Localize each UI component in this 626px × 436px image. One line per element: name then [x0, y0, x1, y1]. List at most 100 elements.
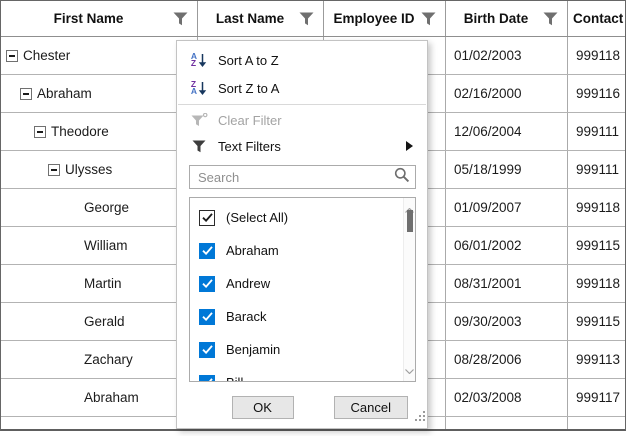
filter-popup: AZ Sort A to Z ZA Sort Z to A Clear Filt…: [176, 40, 428, 429]
menu-item-sort-a-to-z[interactable]: AZ Sort A to Z: [177, 46, 427, 74]
first-name-cell[interactable]: Martin: [1, 265, 198, 302]
contact-cell[interactable]: 999113: [568, 341, 625, 378]
checkbox-label[interactable]: Andrew: [226, 276, 270, 291]
first-name-cell[interactable]: Abraham: [1, 75, 198, 112]
checkbox[interactable]: [199, 342, 215, 358]
column-label: First Name: [6, 11, 171, 26]
menu-item-text-filters[interactable]: Text Filters: [177, 133, 427, 159]
first-name-text: Chester: [23, 48, 70, 63]
filter-list-item[interactable]: Andrew: [190, 267, 415, 300]
contact-cell[interactable]: 999117: [568, 379, 625, 416]
checkbox-label[interactable]: Benjamin: [226, 342, 280, 357]
filter-icon[interactable]: [421, 12, 436, 26]
checkbox-label[interactable]: Abraham: [226, 243, 279, 258]
contact-cell[interactable]: 999115: [568, 303, 625, 340]
first-name-text: Abraham: [37, 86, 92, 101]
menu-item-label: Text Filters: [218, 139, 281, 154]
checkbox[interactable]: [199, 243, 215, 259]
menu-item-label: Sort A to Z: [218, 53, 279, 68]
submenu-arrow-icon: [406, 141, 413, 151]
search-input[interactable]: [190, 170, 394, 185]
birth-date-cell[interactable]: 05/18/1999: [446, 151, 568, 188]
filter-list-item[interactable]: Abraham: [190, 234, 415, 267]
birth-date-cell[interactable]: 12/06/2004: [446, 113, 568, 150]
menu-item-label: Sort Z to A: [218, 81, 279, 96]
birth-date-cell[interactable]: 01/02/2003: [446, 37, 568, 74]
first-name-cell[interactable]: Gerald: [1, 303, 198, 340]
first-name-text: George: [84, 200, 129, 215]
contact-cell[interactable]: 999111: [568, 151, 625, 188]
birth-date-cell[interactable]: 08/28/2006: [446, 341, 568, 378]
search-icon: [394, 167, 410, 188]
contact-cell[interactable]: 999118: [568, 189, 625, 226]
checkbox[interactable]: [199, 210, 215, 226]
filter-value-list: (Select All) Abraham Andrew Barack Benja…: [189, 197, 416, 382]
tree-indent: [1, 169, 48, 170]
column-label: Employee ID: [329, 11, 419, 26]
search-box: [189, 165, 416, 189]
collapse-icon[interactable]: [20, 88, 32, 100]
collapse-icon[interactable]: [48, 164, 60, 176]
list-scrollbar[interactable]: [403, 198, 415, 381]
birth-date-cell[interactable]: 08/31/2001: [446, 265, 568, 302]
filter-icon[interactable]: [299, 12, 314, 26]
first-name-text: Ulysses: [65, 162, 112, 177]
first-name-text: Theodore: [51, 124, 109, 139]
menu-item-clear-filter[interactable]: Clear Filter: [177, 107, 427, 133]
first-name-cell[interactable]: Chester: [1, 37, 198, 74]
cancel-button[interactable]: Cancel: [334, 396, 408, 419]
treegrid-screen: First Name Last Name Employee ID Birth D…: [0, 0, 626, 436]
menu-item-label: Clear Filter: [218, 113, 282, 128]
resize-grip[interactable]: [415, 408, 425, 426]
birth-date-cell[interactable]: 06/01/2002: [446, 227, 568, 264]
menu-item-sort-z-to-a[interactable]: ZA Sort Z to A: [177, 74, 427, 102]
birth-date-cell[interactable]: 02/03/2008: [446, 379, 568, 416]
tree-indent: [1, 359, 79, 360]
tree-indent: [1, 207, 79, 208]
birth-date-cell[interactable]: 02/16/2000: [446, 75, 568, 112]
birth-date-cell[interactable]: 01/09/2007: [446, 189, 568, 226]
column-header[interactable]: Last Name: [198, 1, 324, 36]
grid-header: First Name Last Name Employee ID Birth D…: [1, 1, 625, 37]
first-name-cell[interactable]: Abraham: [1, 379, 198, 416]
scroll-down-icon[interactable]: [405, 361, 414, 379]
contact-cell[interactable]: 999118: [568, 265, 625, 302]
collapse-icon[interactable]: [6, 50, 18, 62]
filter-list-item[interactable]: (Select All): [190, 201, 415, 234]
tree-indent: [1, 131, 34, 132]
checkbox-label[interactable]: Barack: [226, 309, 266, 324]
contact-cell[interactable]: 999118: [568, 37, 625, 74]
checkbox[interactable]: [199, 309, 215, 325]
scrollbar-thumb[interactable]: [407, 210, 413, 232]
popup-button-row: OK Cancel: [177, 396, 408, 419]
first-name-cell[interactable]: Theodore: [1, 113, 198, 150]
sort-a-to-z-icon: AZ: [187, 53, 211, 68]
contact-cell[interactable]: 999111: [568, 113, 625, 150]
tree-indent: [1, 397, 79, 398]
column-header[interactable]: First Name: [1, 1, 198, 36]
filter-icon[interactable]: [543, 12, 558, 26]
filter-list-item[interactable]: Bill: [190, 366, 415, 382]
column-header[interactable]: Contact: [568, 1, 625, 36]
filter-icon[interactable]: [173, 12, 188, 26]
column-label: Birth Date: [451, 11, 541, 26]
column-header[interactable]: Birth Date: [446, 1, 568, 36]
filter-list-item[interactable]: Barack: [190, 300, 415, 333]
first-name-text: Gerald: [84, 314, 125, 329]
first-name-cell[interactable]: Ulysses: [1, 151, 198, 188]
column-header[interactable]: Employee ID: [324, 1, 446, 36]
checkbox[interactable]: [199, 276, 215, 292]
first-name-cell[interactable]: William: [1, 227, 198, 264]
filter-list-item[interactable]: Benjamin: [190, 333, 415, 366]
birth-date-cell[interactable]: 09/30/2003: [446, 303, 568, 340]
contact-cell[interactable]: 999116: [568, 75, 625, 112]
checkbox-label[interactable]: (Select All): [226, 210, 288, 225]
first-name-cell[interactable]: George: [1, 189, 198, 226]
checkbox-label[interactable]: Bill: [226, 375, 243, 382]
first-name-cell[interactable]: Zachary: [1, 341, 198, 378]
contact-cell[interactable]: 999115: [568, 227, 625, 264]
checkbox[interactable]: [199, 375, 215, 383]
ok-button[interactable]: OK: [232, 396, 294, 419]
collapse-icon[interactable]: [34, 126, 46, 138]
first-name-text: Zachary: [84, 352, 133, 367]
